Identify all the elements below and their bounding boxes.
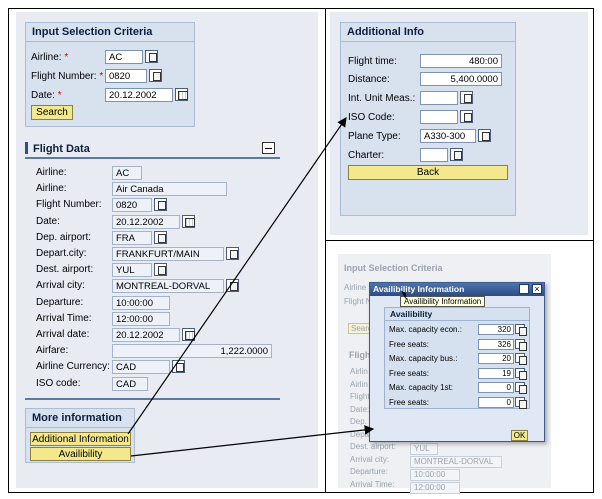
arrow-availability [130, 425, 375, 457]
connector-arrows [127, 117, 375, 457]
arrow-additional-info [127, 117, 347, 435]
